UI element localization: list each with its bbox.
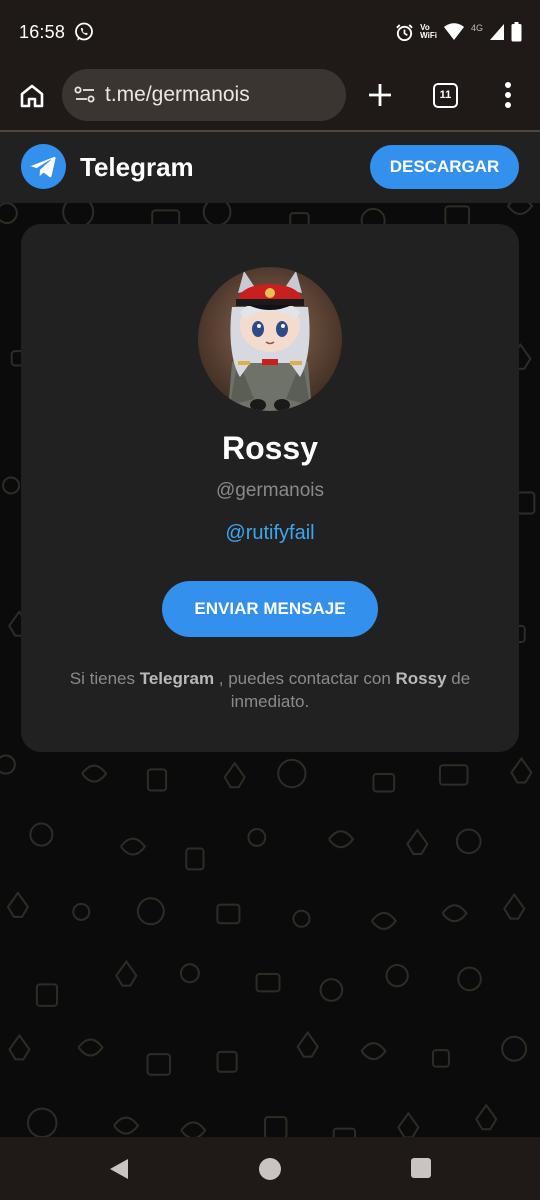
doodle-shape	[2, 476, 21, 495]
profile-card: Rossy @germanois @rutifyfail ENVIAR MENS…	[21, 224, 519, 752]
url-text[interactable]: t.me/germanois	[105, 83, 250, 107]
doodle-shape	[444, 205, 471, 227]
doodle-shape	[296, 1030, 319, 1058]
signal-icon	[490, 24, 504, 40]
doodle-shape	[503, 892, 526, 920]
doodle-shape	[372, 772, 396, 793]
doodle-shape	[431, 1049, 450, 1068]
doodle-shape	[180, 1121, 207, 1137]
vowifi-indicator: Vo WiFi	[420, 23, 437, 40]
doodle-shape	[441, 904, 468, 923]
doodle-shape	[255, 973, 281, 993]
recents-icon[interactable]	[411, 1158, 431, 1178]
doodle-shape	[72, 902, 91, 921]
doodle-shape	[8, 1033, 31, 1061]
status-time: 16:58	[19, 22, 66, 42]
home-icon[interactable]	[18, 82, 46, 110]
doodle-shape	[406, 828, 429, 856]
alarm-icon	[396, 23, 413, 41]
doodle-shape	[438, 764, 469, 786]
doodle-shape	[77, 1038, 104, 1057]
overflow-menu-icon[interactable]	[500, 81, 516, 109]
doodle-shape	[397, 1111, 420, 1137]
back-icon[interactable]	[108, 1157, 130, 1181]
doodle-shape	[510, 756, 533, 784]
doodle-shape	[179, 963, 200, 984]
contact-info-text: Si tienes Telegram , puedes contactar co…	[69, 669, 471, 711]
doodle-shape	[223, 761, 246, 789]
tab-switcher-icon[interactable]: 11	[433, 83, 458, 108]
doodle-shape	[136, 897, 165, 926]
telegram-header: Telegram DESCARGAR	[0, 132, 540, 203]
doodle-shape	[0, 203, 18, 225]
doodle-shape	[146, 768, 168, 792]
bio-link[interactable]: @rutifyfail	[21, 522, 519, 545]
new-tab-icon[interactable]	[366, 81, 394, 109]
home-circle-icon[interactable]	[259, 1158, 281, 1180]
profile-name: Rossy	[221, 430, 319, 466]
doodle-shape	[202, 203, 232, 227]
doodle-shape	[292, 909, 311, 928]
doodle-shape	[515, 491, 536, 515]
doodle-shape	[332, 1127, 357, 1137]
doodle-shape	[385, 963, 409, 988]
network-type: 4G	[470, 23, 483, 33]
system-nav-bar	[0, 1137, 540, 1200]
doodle-shape	[319, 978, 344, 1002]
send-message-button[interactable]: ENVIAR MENSAJE	[162, 581, 378, 637]
doodle-shape	[507, 203, 534, 216]
whatsapp-icon	[75, 22, 93, 41]
site-settings-icon[interactable]	[74, 85, 96, 105]
doodle-shape	[216, 903, 241, 925]
doodle-shape	[113, 1116, 140, 1135]
doodle-shape	[185, 847, 205, 871]
profile-username: @germanois	[216, 480, 324, 501]
doodle-shape	[457, 966, 482, 992]
doodle-shape	[501, 1035, 528, 1062]
doodle-shape	[26, 1107, 58, 1137]
wifi-icon	[443, 23, 464, 40]
status-bar: 16:58 Vo WiFi 4G	[0, 0, 540, 64]
doodle-shape	[247, 828, 267, 847]
doodle-shape	[264, 1116, 288, 1137]
doodle-shape	[29, 822, 54, 847]
doodle-shape	[146, 1053, 172, 1076]
doodle-shape	[81, 764, 108, 783]
doodle-shape	[360, 1042, 387, 1061]
telegram-title[interactable]: Telegram	[80, 152, 194, 183]
doodle-shape	[0, 754, 16, 775]
doodle-shape	[216, 1050, 238, 1073]
doodle-shape	[35, 983, 59, 1007]
profile-avatar	[198, 267, 342, 411]
browser-toolbar: t.me/germanois 11	[0, 64, 540, 130]
doodle-shape	[455, 828, 482, 855]
doodle-shape	[475, 1103, 498, 1131]
doodle-shape	[370, 911, 398, 930]
doodle-shape	[6, 891, 30, 918]
doodle-shape	[115, 959, 138, 987]
battery-icon	[511, 22, 522, 42]
download-button[interactable]: DESCARGAR	[370, 145, 519, 189]
doodle-shape	[328, 830, 355, 849]
doodle-shape	[277, 758, 307, 789]
doodle-shape	[120, 837, 147, 856]
telegram-logo-icon[interactable]	[21, 144, 66, 189]
address-bar[interactable]: t.me/germanois	[62, 69, 346, 121]
